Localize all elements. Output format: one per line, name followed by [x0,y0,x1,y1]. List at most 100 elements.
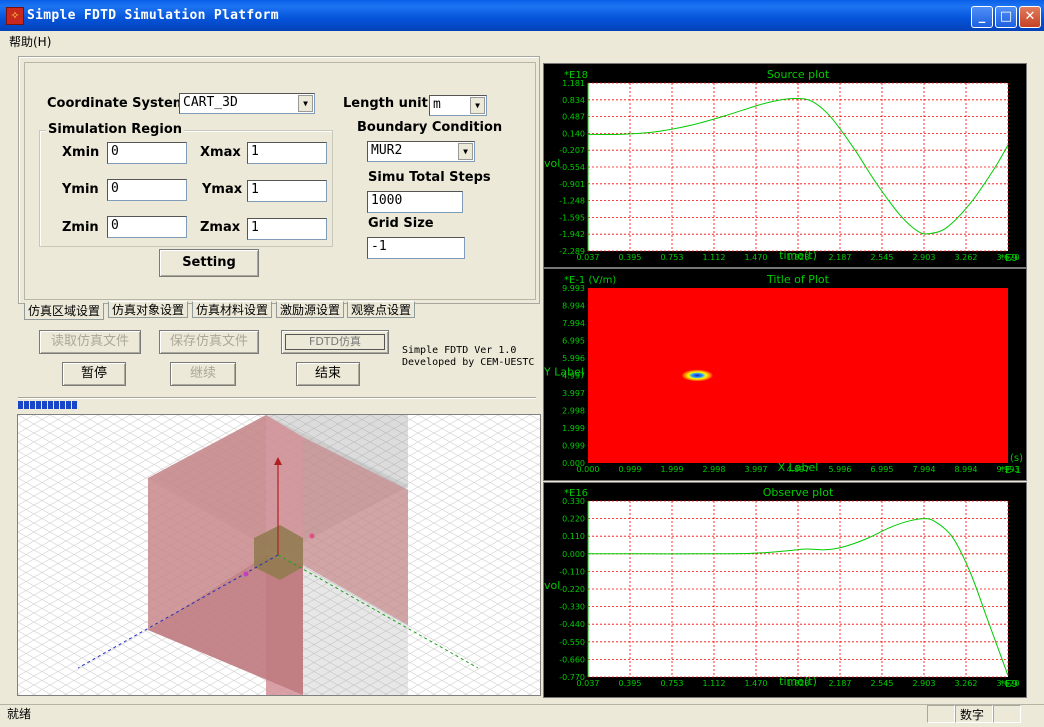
progress-block [36,401,41,409]
xmax-label: Xmax [200,145,241,160]
close-button[interactable]: ✕ [1019,6,1041,28]
coord-system-select[interactable]: CART_3D ▼ [179,93,315,114]
y-tick-label: -0.110 [559,567,585,576]
ymin-label: Ymin [62,182,99,197]
x-tick-label: 1.112 [703,253,726,262]
minimize-button[interactable]: _ [971,6,993,28]
read-file-button[interactable]: 读取仿真文件 [39,330,141,354]
progress-block [24,401,29,409]
zmin-label: Zmin [62,220,99,235]
xmin-input[interactable]: 0 [107,142,187,164]
y-tick-label: 2.998 [562,407,585,416]
chevron-down-icon[interactable]: ▼ [458,143,473,160]
x-tick-label: 1.470 [745,679,768,688]
tab-observation[interactable]: 观察点设置 [347,301,416,318]
field-hotspot [681,369,714,382]
maximize-button[interactable]: □ [995,6,1017,28]
x-tick-label: 1.112 [703,679,726,688]
x-tick-label: 2.903 [913,679,936,688]
status-bar [0,704,1044,727]
x-tick-label: 3.262 [955,679,978,688]
boundary-value: MUR2 [371,143,403,158]
y-tick-label: 1.999 [562,424,585,433]
length-unit-value: m [433,97,441,112]
y-tick-label: 4.997 [562,372,585,381]
progress-block [72,401,77,409]
y-tick-label: -1.942 [559,230,585,239]
menu-help[interactable]: 帮助(H) [9,33,51,50]
x-tick-label: 3.997 [745,465,768,474]
tab-materials[interactable]: 仿真材料设置 [192,301,273,318]
x-tick-label: 2.545 [871,679,894,688]
y-tick-label: -0.550 [559,638,585,647]
length-unit-label: Length unit [343,96,428,111]
source-point [243,571,249,577]
3d-view[interactable] [17,414,541,696]
menu-bar [0,31,1044,50]
x-tick-label: 1.470 [745,253,768,262]
y-tick-label: -1.248 [559,197,585,206]
x-tick-label: 2.903 [913,253,936,262]
tab-objects[interactable]: 仿真对象设置 [108,301,189,318]
observe-plot-svg: Observe plot*E16*E9time(t)vol0.037 0.395 0… [544,486,1020,690]
pause-button[interactable]: 暂停 [62,362,126,386]
xmin-label: Xmin [62,145,100,160]
y-tick-label: -0.330 [559,603,585,612]
zmax-input[interactable]: 1 [247,218,327,240]
y-axis-label: vol [544,157,560,170]
y-tick-label: 8.994 [562,302,585,311]
y-axis-label: vol [544,579,560,592]
x-tick-label: 6.995 [871,465,894,474]
y-tick-label: 0.330 [562,497,585,506]
boundary-select[interactable]: MUR2 ▼ [367,141,475,162]
y-tick-label: -0.660 [559,655,585,664]
x-tick-label: 9.993 [997,465,1020,474]
ymin-input[interactable]: 0 [107,179,187,201]
continue-button[interactable]: 继续 [170,362,236,386]
x-tick-label: 0.753 [661,253,684,262]
tab-region[interactable]: 仿真区域设置 [24,303,105,320]
end-button[interactable]: 结束 [296,362,360,386]
progress-block [18,401,23,409]
y-tick-label: -1.595 [559,213,585,222]
chevron-down-icon[interactable]: ▼ [470,97,485,114]
zmin-input[interactable]: 0 [107,216,187,238]
x-tick-label: 8.994 [955,465,978,474]
x-tick-label: 3.620 [997,679,1020,688]
ymax-input[interactable]: 1 [247,180,327,202]
y-tick-label: -0.220 [559,585,585,594]
y-tick-label: -0.770 [559,673,585,682]
xmax-input[interactable]: 1 [247,142,327,164]
grid-size-input[interactable]: -1 [367,237,465,259]
setting-button[interactable]: Setting [159,249,259,277]
y-tick-label: 1.181 [562,79,585,88]
coord-system-value: CART_3D [183,95,238,110]
length-unit-select[interactable]: m ▼ [429,95,487,116]
status-numlock: 数字 [955,705,993,723]
y-tick-label: -2.289 [559,247,585,256]
progress-block [66,401,71,409]
y-tick-label: 0.834 [562,96,585,105]
plot-title: Observe plot [763,486,834,499]
chevron-down-icon[interactable]: ▼ [298,95,313,112]
x-tick-label: 2.187 [829,679,852,688]
app-icon[interactable]: ✧ [6,7,24,25]
total-steps-input[interactable]: 1000 [367,191,463,213]
x-tick-label: 0.753 [661,679,684,688]
x-tick-label: 1.828 [787,679,810,688]
version-line: Simple FDTD Ver 1.0 [402,345,517,356]
y-tick-label: 5.996 [562,354,585,363]
progress-block [42,401,47,409]
fdtd-sim-button[interactable]: FDTD仿真 [281,330,389,354]
save-file-button[interactable]: 保存仿真文件 [159,330,259,354]
y-tick-label: -0.440 [559,620,585,629]
tab-source[interactable]: 激励源设置 [276,301,345,318]
source-plot: Source plot *E18 *E9 time(t) vol 0.037 0.395 0.… [543,63,1027,268]
y-tick-label: 0.487 [562,113,585,122]
developer-line: Developed by CEM-UESTC [402,357,535,368]
plot-area [588,288,1008,463]
observe-plot: Observe plot *E16 *E9 time(t) vol 0.037 0.395 0… [543,482,1027,698]
y-tick-label: -0.554 [559,163,585,172]
progress-block [60,401,65,409]
status-panel-end [993,705,1021,723]
